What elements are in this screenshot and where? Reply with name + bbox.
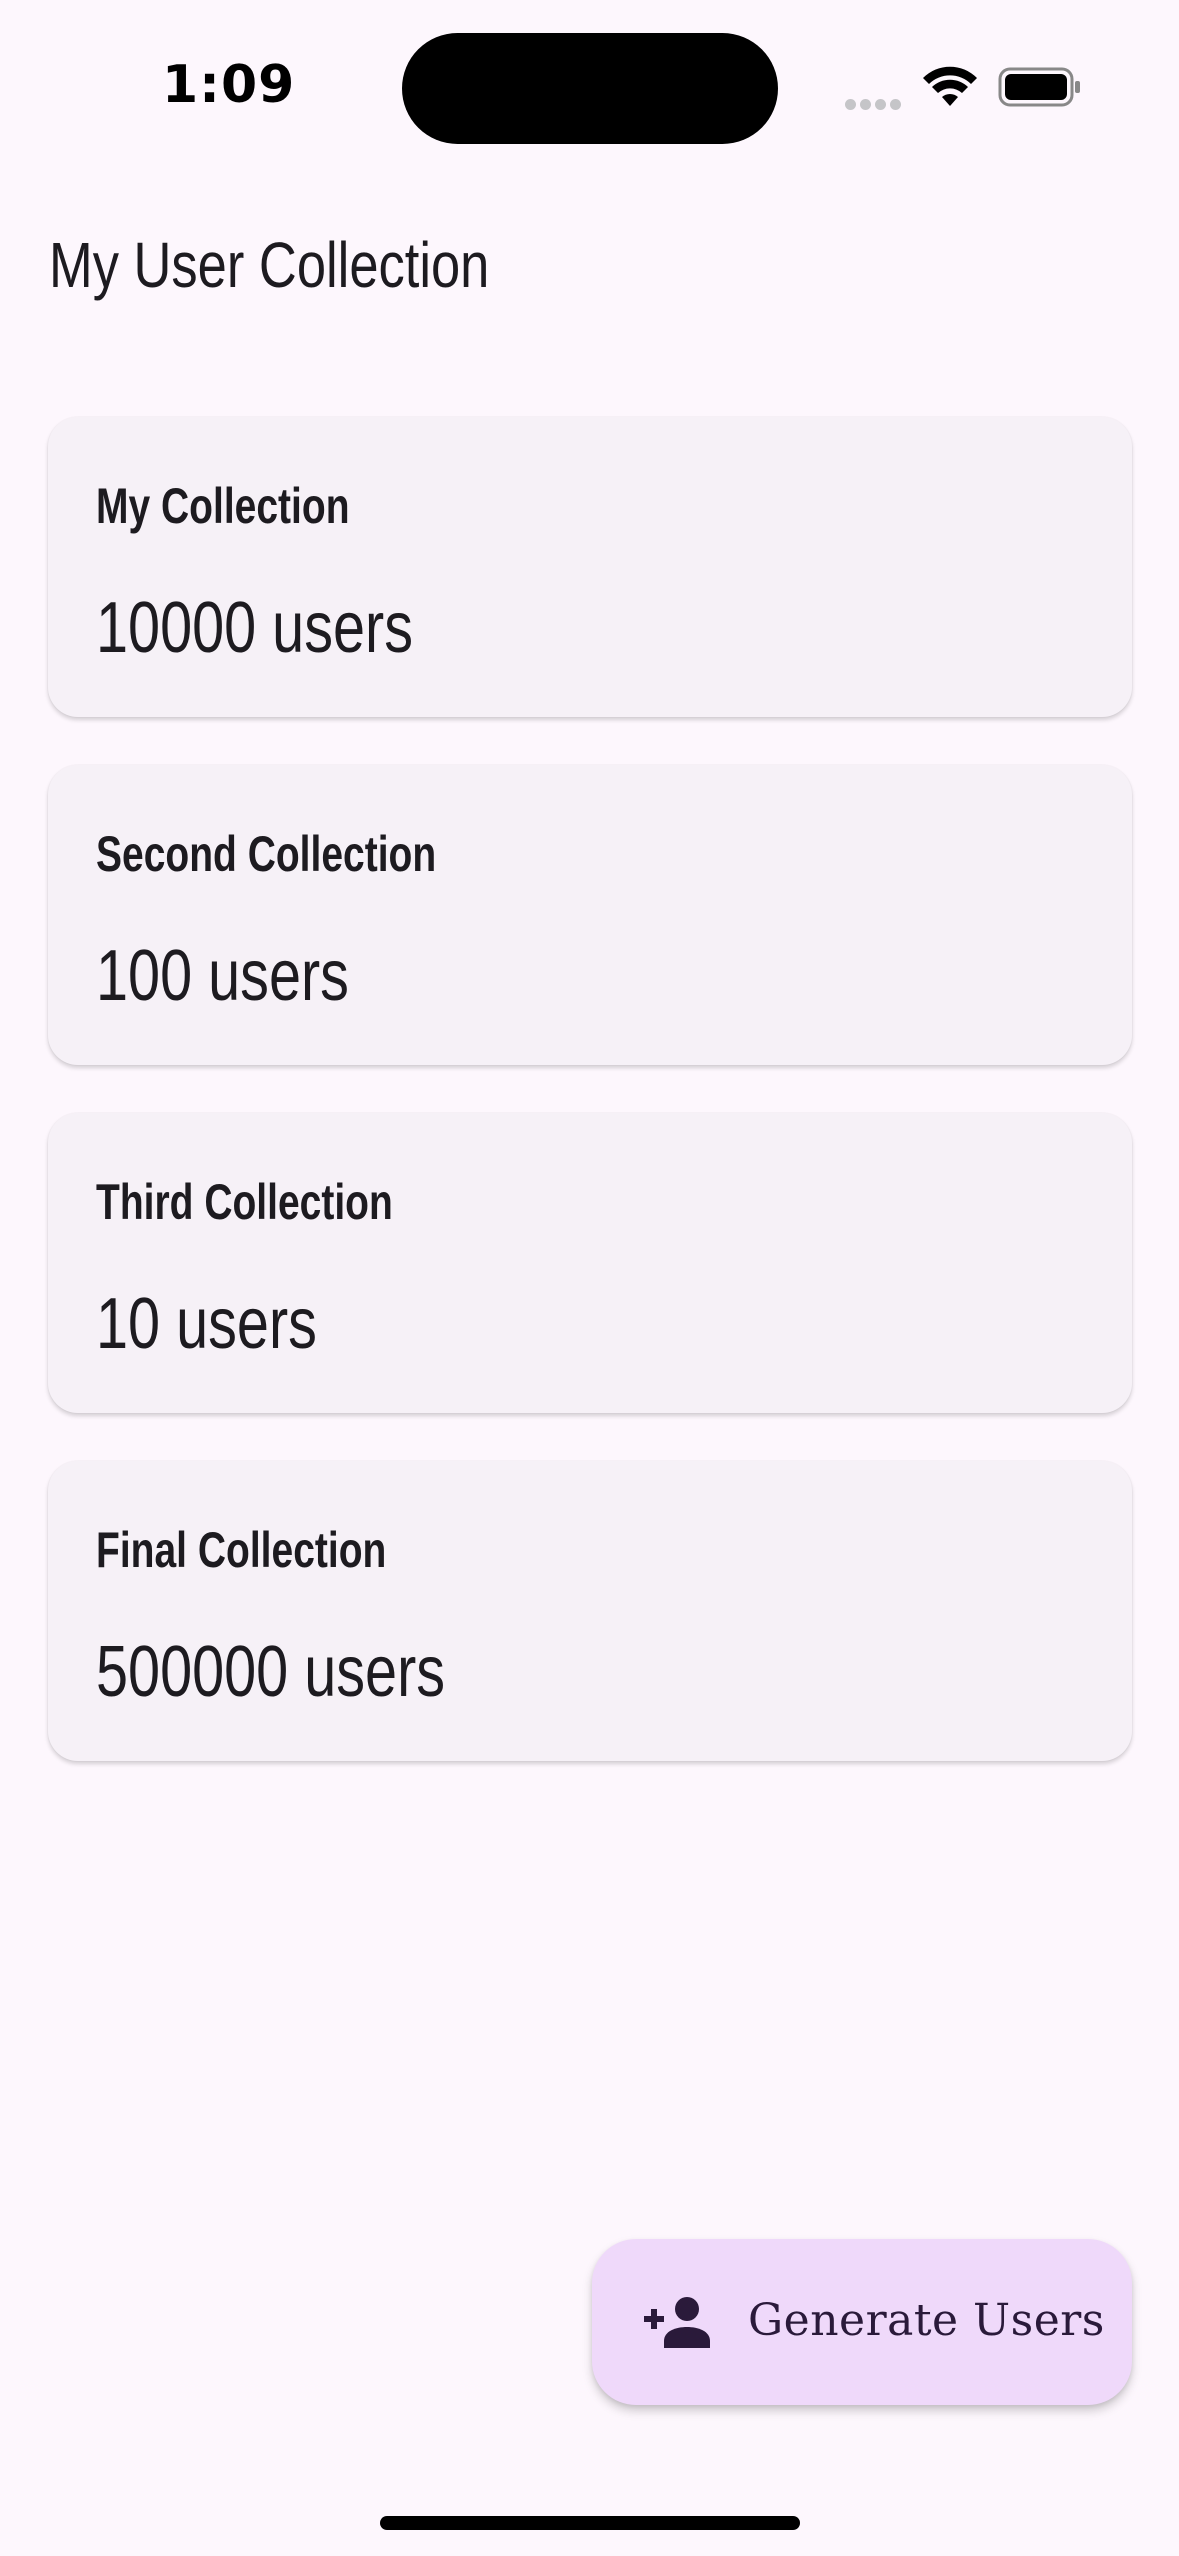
home-indicator[interactable] <box>380 2516 800 2530</box>
person-add-icon <box>644 2297 710 2348</box>
collection-user-count: 10000 users <box>96 588 414 668</box>
collection-card[interactable]: My Collection 10000 users <box>48 417 1132 717</box>
dynamic-island <box>402 33 778 144</box>
generate-users-button[interactable]: Generate Users <box>592 2239 1132 2405</box>
collection-user-count: 100 users <box>96 936 349 1016</box>
collection-title: Final Collection <box>96 1522 387 1578</box>
collection-card[interactable]: Third Collection 10 users <box>48 1113 1132 1413</box>
collection-user-count: 10 users <box>96 1284 317 1364</box>
collection-title: Second Collection <box>96 826 437 882</box>
collection-card[interactable]: Final Collection 500000 users <box>48 1461 1132 1761</box>
collection-title: Third Collection <box>96 1174 393 1230</box>
cellular-signal-icon <box>845 97 905 110</box>
collection-user-count: 500000 users <box>96 1632 446 1712</box>
collection-list: My Collection 10000 users Second Collect… <box>48 417 1132 1809</box>
generate-users-label: Generate Users <box>748 2295 1105 2346</box>
status-time: 1:09 <box>162 55 296 115</box>
collection-title: My Collection <box>96 478 350 534</box>
status-bar: 1:09 <box>0 0 1179 150</box>
collection-card[interactable]: Second Collection 100 users <box>48 765 1132 1065</box>
wifi-icon <box>923 66 977 106</box>
battery-icon <box>998 67 1080 107</box>
page-title: My User Collection <box>49 229 490 301</box>
